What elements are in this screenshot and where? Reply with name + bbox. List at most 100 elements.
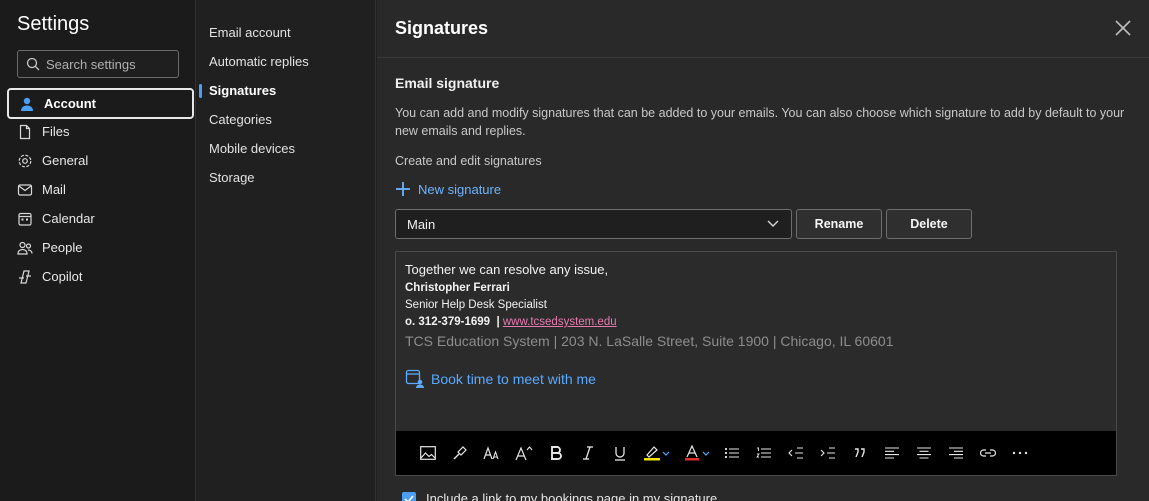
nav-item-copilot[interactable]: Copilot	[7, 262, 194, 291]
nav-item-account[interactable]: Account	[7, 88, 194, 119]
bookings-checkbox-row[interactable]: Include a link to my bookings page in my…	[402, 491, 717, 501]
subnav-item-storage[interactable]: Storage	[197, 163, 376, 192]
chevron-down-icon	[767, 220, 779, 227]
panel-header: Signatures	[377, 0, 1149, 58]
booking-link-label: Book time to meet with me	[431, 371, 596, 387]
nav-label: Account	[44, 96, 96, 111]
close-icon	[1115, 20, 1131, 36]
calendar-person-icon	[405, 369, 424, 388]
align-center-button[interactable]	[908, 437, 940, 469]
picture-icon	[420, 446, 436, 460]
numbered-list-icon	[756, 447, 771, 458]
calendar-icon	[17, 211, 33, 227]
close-button[interactable]	[1113, 18, 1133, 38]
quote-icon	[855, 448, 865, 458]
grow-font-icon	[515, 446, 533, 461]
signature-phone: o. 312-379-1699	[405, 316, 491, 328]
signature-role: Senior Help Desk Specialist	[405, 299, 547, 311]
nav-item-mail[interactable]: Mail	[7, 175, 194, 204]
subnav-item-email-account[interactable]: Email account	[197, 18, 376, 47]
account-subnav-pane: Email account Automatic replies Signatur…	[197, 0, 376, 501]
formatting-toolbar	[396, 431, 1116, 475]
underline-button[interactable]	[604, 437, 636, 469]
grow-font-button[interactable]	[508, 437, 540, 469]
signature-name: Christopher Ferrari	[405, 282, 510, 294]
page-title: Signatures	[395, 18, 489, 38]
align-center-icon	[917, 447, 931, 459]
link-icon	[979, 449, 997, 457]
new-signature-label: New signature	[418, 181, 502, 197]
more-options-button[interactable]	[1004, 437, 1036, 469]
copilot-icon	[17, 269, 33, 285]
nav-item-general[interactable]: General	[7, 146, 194, 175]
gear-icon	[17, 153, 33, 169]
subnav-item-automatic-replies[interactable]: Automatic replies	[197, 47, 376, 76]
file-icon	[17, 124, 33, 140]
nav-item-calendar[interactable]: Calendar	[7, 204, 194, 233]
nav-item-people[interactable]: People	[7, 233, 194, 262]
subnav-item-categories[interactable]: Categories	[197, 105, 376, 134]
signature-select[interactable]: Main	[395, 209, 792, 239]
nav-label: Calendar	[42, 211, 95, 226]
insert-link-button[interactable]	[972, 437, 1004, 469]
bookings-checkbox[interactable]	[402, 491, 416, 501]
new-signature-button[interactable]: New signature	[395, 181, 501, 197]
align-right-button[interactable]	[940, 437, 972, 469]
selected-signature: Main	[407, 216, 436, 232]
outdent-icon	[788, 447, 803, 459]
indent-icon	[820, 447, 835, 459]
highlight-dropdown[interactable]	[660, 437, 672, 469]
format-painter-button[interactable]	[444, 437, 476, 469]
align-left-button[interactable]	[876, 437, 908, 469]
signature-website-link[interactable]: www.tcsedsystem.edu	[503, 316, 617, 328]
search-box[interactable]	[17, 50, 179, 78]
subnav-item-signatures[interactable]: Signatures	[197, 76, 376, 105]
align-left-icon	[885, 447, 899, 459]
font-size-button[interactable]	[476, 437, 508, 469]
settings-categories: Account Files General Mail Calendar Peop…	[7, 88, 194, 291]
chevron-down-icon	[662, 451, 670, 456]
underline-icon	[615, 446, 625, 461]
mail-icon	[17, 182, 33, 198]
highlighter-icon	[644, 446, 660, 461]
person-icon	[19, 96, 35, 112]
nav-label: Copilot	[42, 269, 83, 284]
delete-button[interactable]: Delete	[886, 209, 972, 239]
plus-icon	[396, 182, 410, 196]
increase-indent-button[interactable]	[812, 437, 844, 469]
quote-button[interactable]	[844, 437, 876, 469]
section-description: You can add and modify signatures that c…	[395, 106, 1125, 138]
app-title: Settings	[17, 13, 90, 35]
subnav-item-mobile-devices[interactable]: Mobile devices	[197, 134, 376, 163]
nav-label: People	[42, 240, 83, 255]
insert-picture-button[interactable]	[412, 437, 444, 469]
create-label: Create and edit signatures	[395, 154, 542, 168]
people-icon	[17, 240, 33, 256]
booking-link[interactable]: Book time to meet with me	[405, 369, 893, 389]
decrease-indent-button[interactable]	[780, 437, 812, 469]
search-input[interactable]	[46, 56, 166, 72]
nav-item-files[interactable]: Files	[7, 117, 194, 146]
bold-icon	[551, 446, 562, 460]
signature-content[interactable]: Together we can resolve any issue, Chris…	[405, 262, 893, 389]
paintbrush-icon	[453, 446, 467, 460]
numbering-button[interactable]	[748, 437, 780, 469]
chevron-down-icon	[702, 451, 710, 456]
bold-button[interactable]	[540, 437, 572, 469]
settings-nav-pane: Settings Account Files General Mail Cale…	[0, 0, 196, 501]
signature-contact: o. 312-379-1699 | www.tcsedsystem.edu	[405, 316, 893, 328]
signature-editor[interactable]: Together we can resolve any issue, Chris…	[395, 251, 1117, 476]
italic-button[interactable]	[572, 437, 604, 469]
account-subnav: Email account Automatic replies Signatur…	[197, 18, 376, 192]
font-color-dropdown[interactable]	[700, 437, 712, 469]
signature-greeting: Together we can resolve any issue,	[405, 262, 609, 277]
section-title: Email signature	[395, 75, 500, 91]
signature-separator: |	[496, 316, 500, 328]
bullets-button[interactable]	[716, 437, 748, 469]
signatures-panel: Signatures Email signature You can add a…	[377, 0, 1149, 501]
align-right-icon	[949, 447, 963, 459]
bookings-checkbox-label: Include a link to my bookings page in my…	[426, 491, 718, 501]
nav-label: General	[42, 153, 89, 168]
rename-button[interactable]: Rename	[796, 209, 882, 239]
search-icon	[26, 57, 40, 71]
